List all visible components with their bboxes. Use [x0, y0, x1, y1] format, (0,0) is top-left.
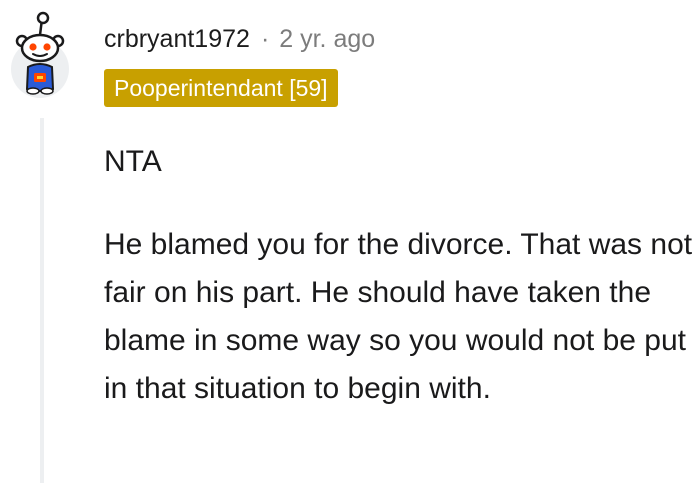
user-flair-badge: Pooperintendant [59]: [104, 69, 338, 107]
snoo-avatar-icon[interactable]: [11, 11, 69, 99]
comment: crbryant1972 · 2 yr. ago Pooperintendant…: [0, 0, 700, 483]
comment-paragraph: He blamed you for the divorce. That was …: [104, 228, 693, 405]
author-username[interactable]: crbryant1972: [104, 25, 250, 54]
comment-paragraph-verdict: NTA: [104, 145, 162, 178]
meta-separator: ·: [260, 24, 270, 53]
comment-timestamp[interactable]: 2 yr. ago: [279, 25, 375, 54]
comment-meta: crbryant1972 · 2 yr. ago: [104, 22, 375, 56]
thread-collapse-line[interactable]: [40, 118, 44, 483]
comment-body: NTA He blamed you for the divorce. That …: [104, 138, 694, 413]
